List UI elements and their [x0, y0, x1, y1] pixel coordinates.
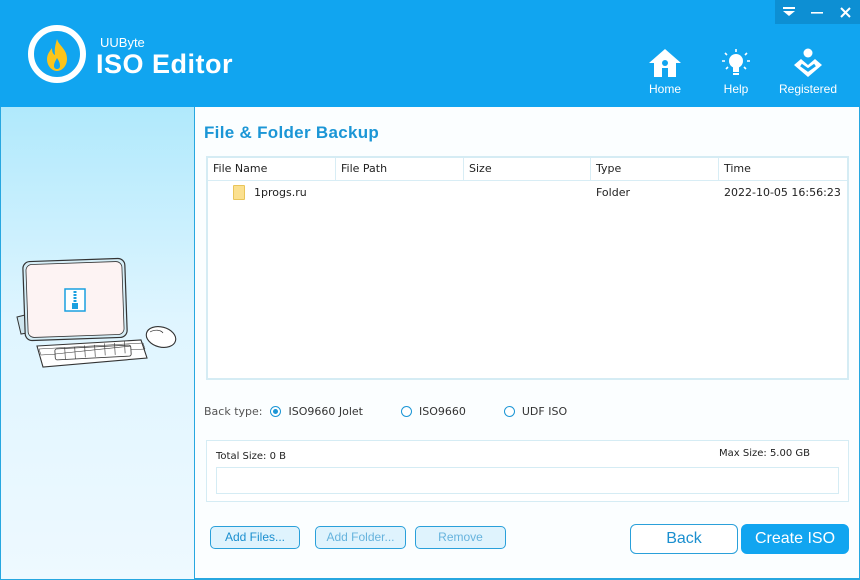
file-name-text: 1progs.ru — [254, 185, 307, 199]
column-header-time[interactable]: Time — [719, 158, 847, 180]
radio-label: ISO9660 Jolet — [288, 405, 363, 418]
nav-help[interactable]: Help — [716, 48, 756, 96]
cell-time: 2022-10-05 16:56:23 — [724, 185, 841, 199]
registered-user-icon — [794, 48, 822, 77]
file-table: File Name File Path Size Type Time 1prog… — [206, 156, 849, 380]
remove-button[interactable]: Remove — [415, 526, 506, 549]
radio-label: UDF ISO — [521, 405, 568, 418]
table-header: File Name File Path Size Type Time — [208, 158, 847, 181]
folder-icon — [233, 184, 245, 200]
flame-icon — [47, 39, 67, 71]
lightbulb-icon — [722, 49, 750, 75]
nav-registered-label: Registered — [778, 82, 838, 96]
radio-unselected-icon — [503, 406, 515, 417]
nav-home-label: Home — [648, 82, 681, 96]
back-type-label: Back type: — [204, 405, 263, 418]
radio-selected-icon — [270, 406, 282, 417]
column-header-file-path[interactable]: File Path — [336, 158, 464, 180]
add-folder-button[interactable]: Add Folder... — [315, 526, 406, 549]
radio-label: ISO9660 — [418, 405, 466, 418]
window-controls — [775, 0, 860, 24]
dropdown-icon — [783, 7, 796, 16]
radio-udf-iso[interactable]: UDF ISO — [503, 405, 568, 418]
radio-unselected-icon — [400, 406, 412, 417]
home-icon — [649, 49, 681, 77]
nav-help-label: Help — [723, 82, 749, 96]
column-header-file-name[interactable]: File Name — [208, 158, 336, 180]
app-header: UUByte ISO Editor Home Help Registered — [0, 0, 860, 107]
create-iso-button[interactable]: Create ISO — [741, 524, 849, 554]
app-title: ISO Editor — [96, 49, 234, 79]
cell-type: Folder — [596, 185, 630, 199]
cell-file-name: 1progs.ru — [208, 184, 336, 200]
column-header-type[interactable]: Type — [591, 158, 719, 180]
max-size-label: Max Size: 5.00 GB — [719, 448, 810, 459]
column-header-size[interactable]: Size — [464, 158, 591, 180]
close-button[interactable] — [835, 2, 857, 22]
minimize-button[interactable] — [806, 2, 828, 22]
size-progress-bar — [216, 467, 839, 494]
minimize-icon — [811, 12, 824, 14]
menu-dropdown-button[interactable] — [778, 2, 800, 22]
radio-iso9660[interactable]: ISO9660 — [400, 405, 466, 418]
table-row[interactable]: 1progs.ru Folder 2022-10-05 16:56:23 — [208, 181, 847, 203]
nav-home[interactable]: Home — [643, 48, 687, 96]
radio-iso9660-jolet[interactable]: ISO9660 Jolet — [270, 405, 363, 418]
back-button[interactable]: Back — [630, 524, 738, 554]
add-files-button[interactable]: Add Files... — [210, 526, 300, 549]
close-icon — [840, 6, 852, 18]
size-panel: Total Size: 0 B Max Size: 5.00 GB — [206, 440, 849, 502]
back-type-group: Back type: ISO9660 Jolet ISO9660 UDF ISO — [204, 405, 605, 418]
page-title: File & Folder Backup — [204, 123, 380, 142]
main-panel: File & Folder Backup File Name File Path… — [195, 107, 860, 580]
brand-company: UUByte — [100, 35, 145, 50]
total-size-label: Total Size: 0 B — [216, 451, 287, 462]
app-logo — [28, 25, 86, 83]
computer-illustration-icon — [16, 257, 177, 368]
sidebar — [0, 107, 195, 580]
nav-registered[interactable]: Registered — [773, 48, 843, 96]
